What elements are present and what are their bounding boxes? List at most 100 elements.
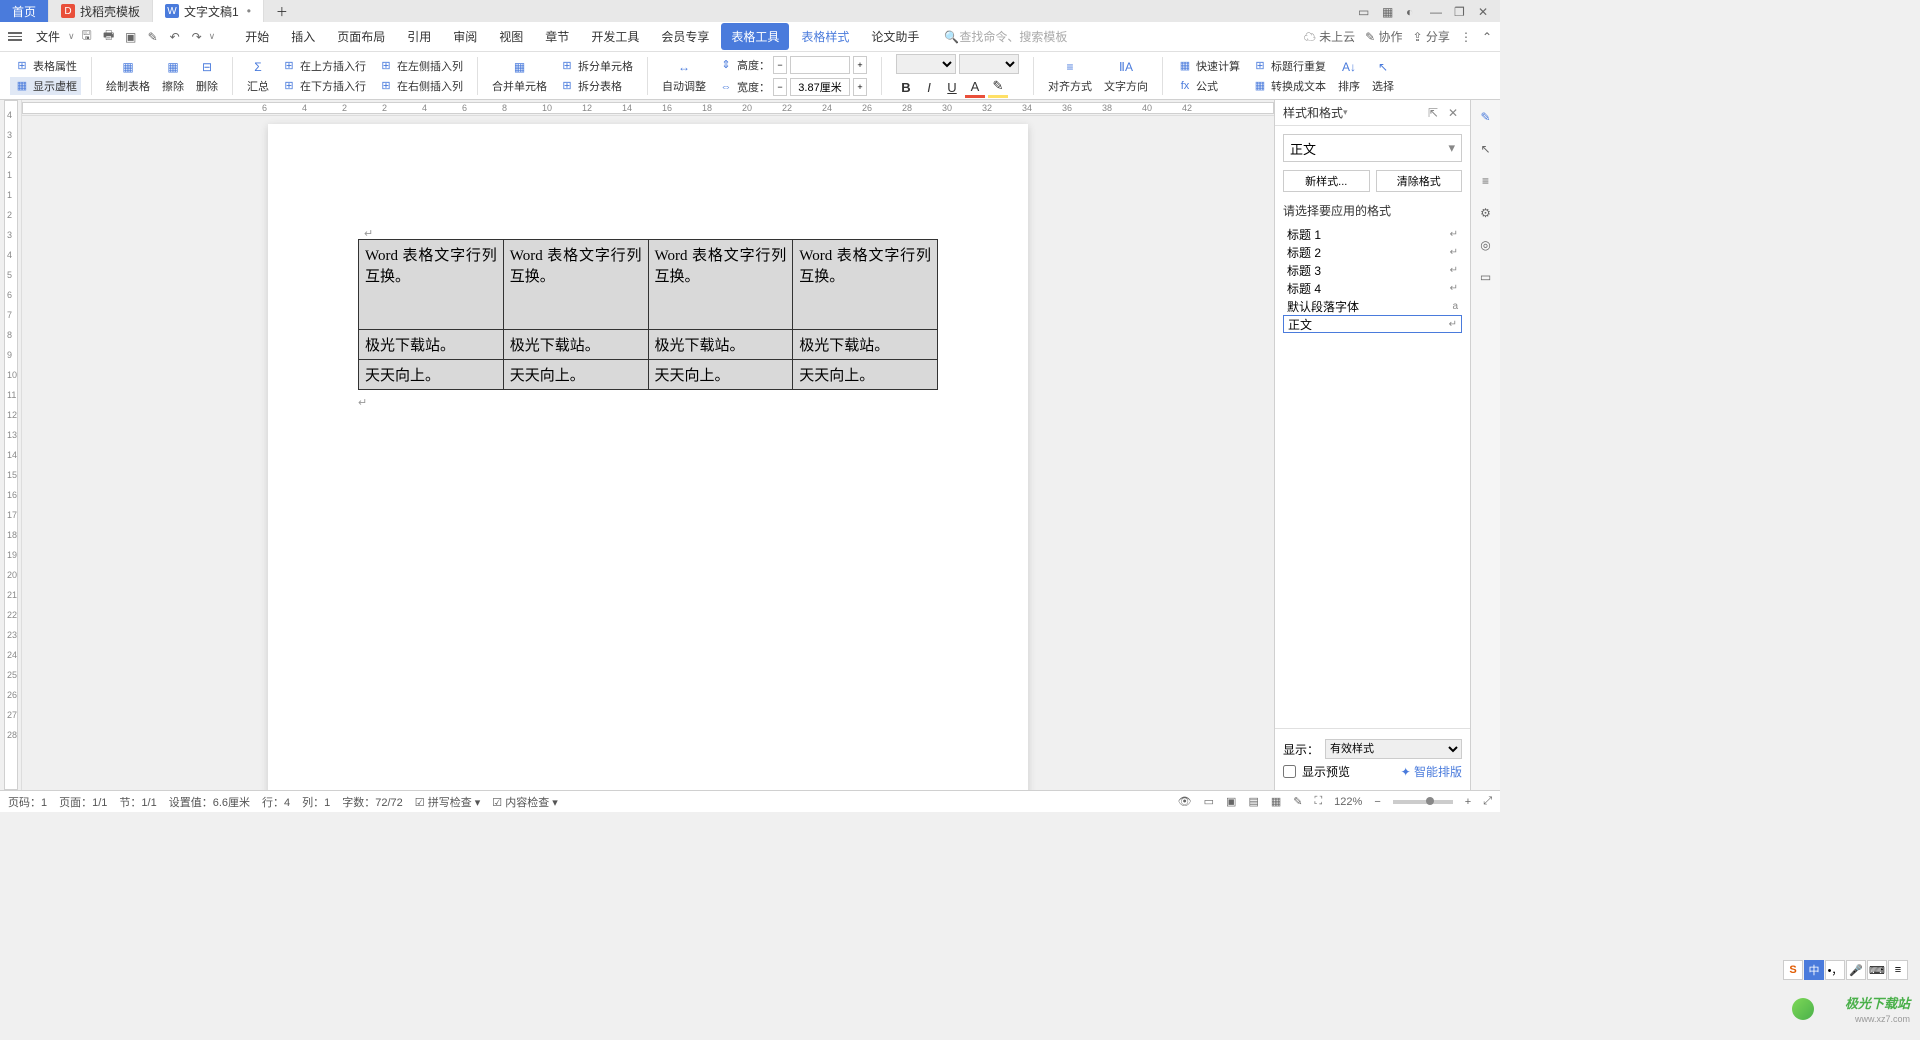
font-family-select[interactable] [896, 54, 956, 74]
ime-voice-icon[interactable]: 🎤 [1846, 960, 1866, 980]
skin-icon[interactable]: ◐ [1406, 5, 1418, 17]
delete-button[interactable]: ⊟删除 [192, 55, 222, 96]
highlight-button[interactable]: ✎ [988, 78, 1008, 98]
more-icon[interactable]: ⋮ [1460, 30, 1472, 44]
style-item-body[interactable]: 正文↵ [1283, 315, 1462, 333]
menu-icon[interactable] [8, 32, 28, 41]
align-button[interactable]: ≡对齐方式 [1044, 55, 1096, 96]
insert-right-button[interactable]: ⊞在右侧插入列 [374, 77, 467, 95]
tab-home[interactable]: 首页 [0, 0, 49, 22]
show-select[interactable]: 有效样式 [1325, 739, 1462, 759]
draw-table-button[interactable]: ▦绘制表格 [102, 55, 154, 96]
ime-keyboard-icon[interactable]: ⌨ [1867, 960, 1887, 980]
table-row[interactable]: 天天向上。 天天向上。 天天向上。 天天向上。 [359, 360, 938, 390]
undo-icon[interactable]: ↶ [165, 27, 185, 47]
expand-icon[interactable]: ⤢ [1483, 795, 1492, 808]
menu-tab-layout[interactable]: 页面布局 [327, 23, 395, 50]
status-row[interactable]: 行：4 [262, 794, 290, 810]
collab-button[interactable]: ✎ 协作 [1365, 28, 1402, 45]
smart-layout-link[interactable]: ✦ 智能排版 [1401, 763, 1462, 780]
menu-tab-table-tools[interactable]: 表格工具 [721, 23, 789, 50]
file-menu[interactable]: 文件 [30, 28, 66, 45]
menu-tab-start[interactable]: 开始 [235, 23, 279, 50]
tab-document[interactable]: W 文字文稿1 • [153, 0, 264, 22]
split-cell-button[interactable]: ⊞拆分单元格 [555, 57, 637, 75]
text-direction-button[interactable]: ⅡA文字方向 [1100, 55, 1152, 96]
underline-button[interactable]: U [942, 78, 962, 98]
status-words[interactable]: 字数：72/72 [342, 794, 403, 810]
style-item-h1[interactable]: 标题 1↵ [1283, 225, 1462, 243]
ruler-icon[interactable]: ▭ [1204, 795, 1214, 808]
ime-lang-icon[interactable]: 中 [1804, 960, 1824, 980]
sum-button[interactable]: Σ汇总 [243, 55, 273, 96]
table-cell[interactable]: 极光下载站。 [503, 330, 648, 360]
menu-tab-member[interactable]: 会员专享 [651, 23, 719, 50]
table-row[interactable]: Word 表格文字行列互换。 Word 表格文字行列互换。 Word 表格文字行… [359, 240, 938, 330]
width-input[interactable] [790, 78, 850, 96]
italic-button[interactable]: I [919, 78, 939, 98]
pin-icon[interactable]: ⇱ [1428, 106, 1442, 120]
status-page-num[interactable]: 页码：1 [8, 794, 47, 810]
status-col[interactable]: 列：1 [302, 794, 330, 810]
menu-tab-ref[interactable]: 引用 [397, 23, 441, 50]
close-button[interactable]: ✕ [1478, 5, 1490, 17]
table-properties-button[interactable]: ⊞表格属性 [10, 57, 81, 75]
table-cell[interactable]: Word 表格文字行列互换。 [503, 240, 648, 330]
menu-tab-table-style[interactable]: 表格样式 [791, 23, 859, 50]
width-inc[interactable]: + [853, 78, 867, 96]
vertical-ruler[interactable]: 4321123456789101112131415161718192021222… [0, 100, 22, 790]
to-text-button[interactable]: ▦转换成文本 [1248, 77, 1330, 95]
fast-calc-button[interactable]: ▦快速计算 [1173, 57, 1244, 75]
table-cell[interactable]: 天天向上。 [793, 360, 938, 390]
height-inc[interactable]: + [853, 56, 867, 74]
header-repeat-button[interactable]: ⊞标题行重复 [1248, 57, 1330, 75]
redo-icon[interactable]: ↷ [187, 27, 207, 47]
menu-tab-chapter[interactable]: 章节 [535, 23, 579, 50]
table-cell[interactable]: Word 表格文字行列互换。 [359, 240, 504, 330]
status-section[interactable]: 节：1/1 [119, 794, 156, 810]
horizontal-ruler[interactable]: 6422468101214161820222426283032343638404… [22, 100, 1274, 116]
font-color-button[interactable]: A [965, 78, 985, 98]
formula-button[interactable]: fx公式 [1173, 77, 1244, 95]
settings-icon[interactable]: ⚙ [1477, 204, 1495, 222]
tab-template[interactable]: D 找稻壳模板 [49, 0, 153, 22]
zoom-out-button[interactable]: − [1374, 796, 1380, 808]
ime-punct-icon[interactable]: •， [1825, 960, 1845, 980]
collapse-ribbon-icon[interactable]: ⌃ [1482, 30, 1492, 44]
content-check-button[interactable]: ☑ 内容检查 ▾ [492, 794, 558, 810]
ime-logo-icon[interactable]: S [1783, 960, 1803, 980]
new-style-button[interactable]: 新样式... [1283, 170, 1370, 192]
view4-icon[interactable]: ✎ [1293, 795, 1302, 808]
table-cell[interactable]: 天天向上。 [359, 360, 504, 390]
split-table-button[interactable]: ⊞拆分表格 [555, 77, 637, 95]
zoom-value[interactable]: 122% [1334, 796, 1362, 808]
cursor-icon[interactable]: ↖ [1477, 140, 1495, 158]
zoom-slider[interactable] [1393, 800, 1453, 804]
preview-icon[interactable]: ▣ [121, 27, 141, 47]
table-cell[interactable]: 极光下载站。 [648, 330, 793, 360]
format-icon[interactable]: ✎ [143, 27, 163, 47]
minimize-button[interactable]: — [1430, 5, 1442, 17]
spellcheck-button[interactable]: ☑ 拼写检查 ▾ [415, 794, 481, 810]
tab-new[interactable]: ＋ [264, 0, 300, 22]
table-cell[interactable]: 极光下载站。 [793, 330, 938, 360]
restore-button[interactable]: ❐ [1454, 5, 1466, 17]
style-item-default[interactable]: 默认段落字体a [1283, 297, 1462, 315]
menu-tab-review[interactable]: 审阅 [443, 23, 487, 50]
share-button[interactable]: ⇪ 分享 [1413, 28, 1450, 45]
view3-icon[interactable]: ▦ [1271, 795, 1281, 808]
style-item-h2[interactable]: 标题 2↵ [1283, 243, 1462, 261]
preview-checkbox[interactable] [1283, 765, 1296, 778]
status-pages[interactable]: 页面：1/1 [59, 794, 107, 810]
search-box[interactable]: 🔍 查找命令、搜索模板 [944, 28, 1067, 45]
panel-close-icon[interactable]: ✕ [1448, 106, 1462, 120]
sort-button[interactable]: A↓排序 [1334, 55, 1364, 96]
autofit-button[interactable]: ↔自动调整 [658, 55, 710, 96]
location-icon[interactable]: ◎ [1477, 236, 1495, 254]
height-input[interactable] [790, 56, 850, 74]
table-cell[interactable]: 天天向上。 [648, 360, 793, 390]
table-cell[interactable]: Word 表格文字行列互换。 [648, 240, 793, 330]
table-cell[interactable]: 天天向上。 [503, 360, 648, 390]
style-item-h4[interactable]: 标题 4↵ [1283, 279, 1462, 297]
view2-icon[interactable]: ▤ [1248, 795, 1258, 808]
